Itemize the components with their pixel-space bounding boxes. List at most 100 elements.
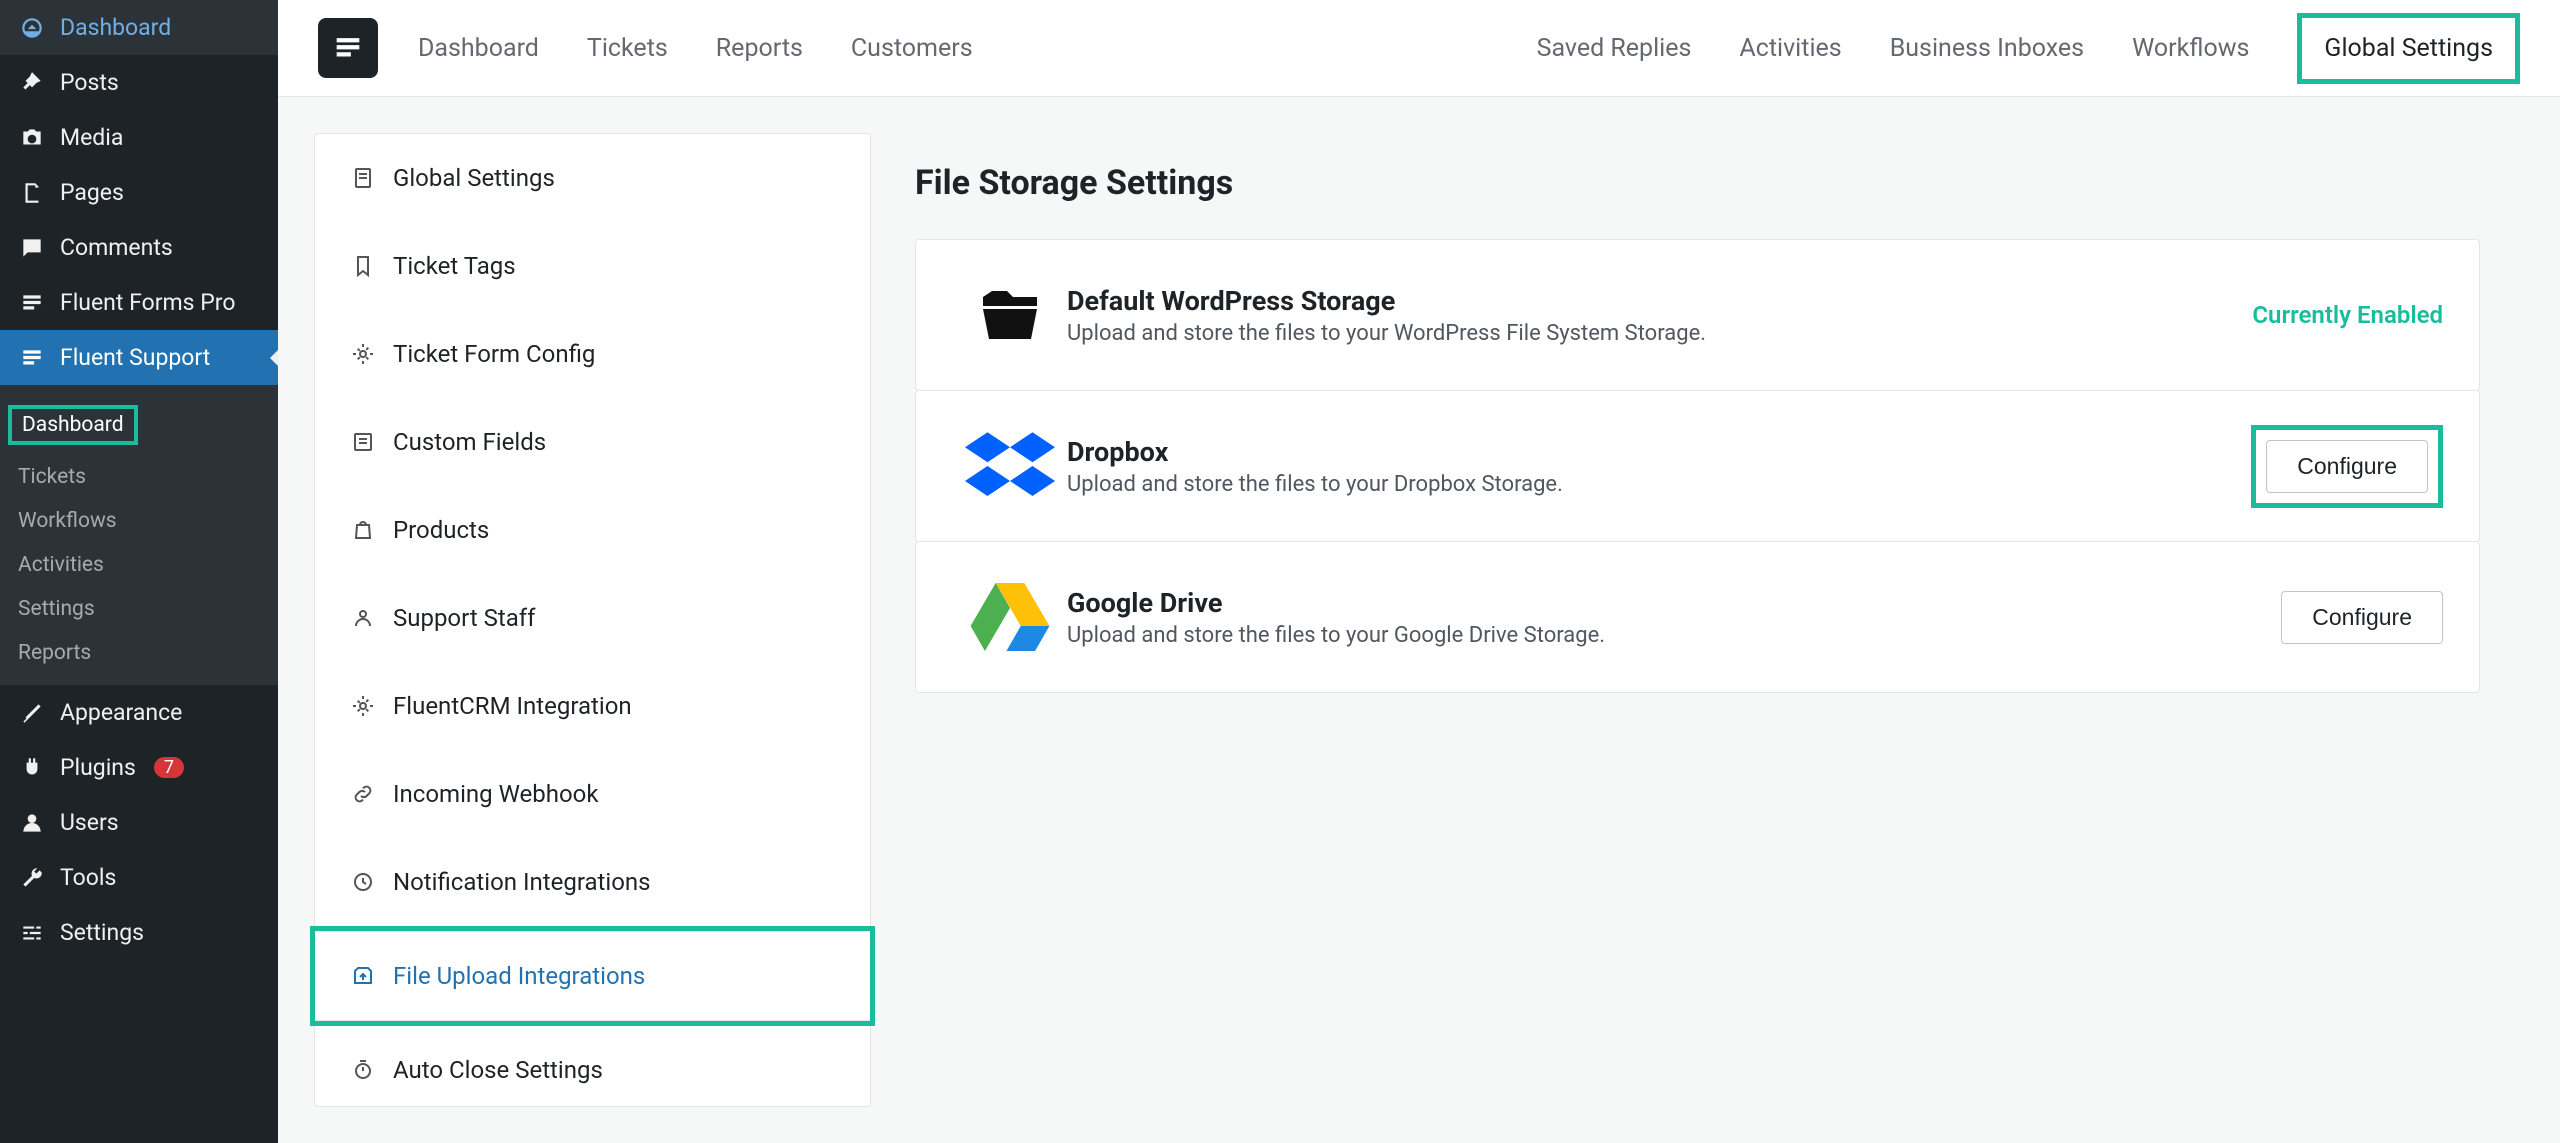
sidebar-label: Tools [60,864,116,891]
settings-item-products[interactable]: Products [315,486,870,574]
sidebar-item-appearance[interactable]: Appearance [0,685,278,740]
main-area: Dashboard Tickets Reports Customers Save… [278,0,2560,1143]
bookmark-icon [351,254,375,278]
sidebar-label: Fluent Support [60,344,210,371]
pin-icon [18,70,46,96]
sidebar-item-media[interactable]: Media [0,110,278,165]
submenu-label: Tickets [18,465,86,489]
submenu-activities[interactable]: Activities [0,543,278,587]
submenu-label: Dashboard [8,405,138,445]
storage-card-dropbox: Dropbox Upload and store the files to yo… [915,390,2480,542]
gear-icon [351,342,375,366]
settings-label: Incoming Webhook [393,780,599,808]
storage-desc: Upload and store the files to your Googl… [1067,623,2281,648]
nav-customers[interactable]: Customers [851,34,973,63]
submenu-workflows[interactable]: Workflows [0,499,278,543]
user-icon [18,810,46,836]
storage-info: Google Drive Upload and store the files … [1067,587,2281,648]
sidebar-label: Plugins [60,754,136,781]
plugins-badge: 7 [154,757,184,778]
settings-item-file-upload[interactable]: File Upload Integrations [315,931,870,1021]
plug-icon [18,755,46,781]
sidebar-label: Pages [60,179,124,206]
settings-label: Ticket Tags [393,252,516,280]
sidebar-item-plugins[interactable]: Plugins 7 [0,740,278,795]
settings-label: Notification Integrations [393,868,651,896]
storage-title: Default WordPress Storage [1067,285,2252,317]
submenu-dashboard[interactable]: Dashboard [0,395,278,455]
page-icon [18,180,46,206]
settings-label: FluentCRM Integration [393,692,632,720]
sidebar-label: Dashboard [60,14,171,41]
sliders-icon [18,920,46,946]
settings-item-notifications[interactable]: Notification Integrations [315,838,870,926]
storage-title: Dropbox [1067,436,2251,468]
person-icon [351,606,375,630]
nav-dashboard[interactable]: Dashboard [418,34,539,63]
nav-saved-replies[interactable]: Saved Replies [1537,34,1692,63]
google-drive-icon [952,572,1067,662]
settings-label: File Upload Integrations [393,962,645,990]
wp-admin-sidebar: Dashboard Posts Media Pages Comments Flu… [0,0,278,1143]
sidebar-label: Appearance [60,699,182,726]
folder-icon [952,270,1067,360]
nav-business-inboxes[interactable]: Business Inboxes [1890,34,2084,63]
page-title: File Storage Settings [915,163,2480,203]
sidebar-label: Posts [60,69,119,96]
settings-label: Ticket Form Config [393,340,595,368]
settings-item-global[interactable]: Global Settings [315,134,870,222]
settings-item-custom-fields[interactable]: Custom Fields [315,398,870,486]
nav-global-settings[interactable]: Global Settings [2297,13,2520,84]
configure-button[interactable]: Configure [2266,440,2428,493]
settings-item-webhook[interactable]: Incoming Webhook [315,750,870,838]
storage-info: Dropbox Upload and store the files to yo… [1067,436,2251,497]
document-icon [351,166,375,190]
submenu-label: Activities [18,553,104,577]
settings-item-auto-close[interactable]: Auto Close Settings [315,1026,870,1114]
sidebar-item-tools[interactable]: Tools [0,850,278,905]
submenu-tickets[interactable]: Tickets [0,455,278,499]
nav-workflows[interactable]: Workflows [2132,34,2249,63]
settings-sidebar: Global Settings Ticket Tags Ticket Form … [314,133,871,1107]
highlighted-configure: Configure [2251,425,2443,508]
dropbox-icon [952,421,1067,511]
sidebar-item-pages[interactable]: Pages [0,165,278,220]
sidebar-item-comments[interactable]: Comments [0,220,278,275]
nav-left: Dashboard Tickets Reports Customers [418,34,973,63]
settings-item-fluentcrm[interactable]: FluentCRM Integration [315,662,870,750]
sidebar-label: Settings [60,919,144,946]
storage-info: Default WordPress Storage Upload and sto… [1067,285,2252,346]
settings-item-ticket-form-config[interactable]: Ticket Form Config [315,310,870,398]
settings-item-support-staff[interactable]: Support Staff [315,574,870,662]
clock-icon [351,870,375,894]
list-icon [351,430,375,454]
sidebar-item-posts[interactable]: Posts [0,55,278,110]
settings-label: Auto Close Settings [393,1056,603,1084]
settings-label: Global Settings [393,164,555,192]
settings-label: Products [393,516,489,544]
nav-tickets[interactable]: Tickets [587,34,668,63]
sidebar-item-users[interactable]: Users [0,795,278,850]
settings-label: Custom Fields [393,428,546,456]
upload-icon [351,964,375,988]
support-icon [18,345,46,371]
settings-item-ticket-tags[interactable]: Ticket Tags [315,222,870,310]
gauge-icon [18,15,46,41]
nav-activities[interactable]: Activities [1739,34,1841,63]
nav-reports[interactable]: Reports [716,34,803,63]
settings-label: Support Staff [393,604,536,632]
wrench-icon [18,865,46,891]
content: Global Settings Ticket Tags Ticket Form … [278,97,2560,1143]
sidebar-item-dashboard[interactable]: Dashboard [0,0,278,55]
storage-desc: Upload and store the files to your WordP… [1067,321,2252,346]
sidebar-item-fluent-support[interactable]: Fluent Support [0,330,278,385]
configure-button[interactable]: Configure [2281,591,2443,644]
sidebar-label: Media [60,124,123,151]
app-logo [318,18,378,78]
submenu-settings[interactable]: Settings [0,587,278,631]
submenu-reports[interactable]: Reports [0,631,278,675]
bag-icon [351,518,375,542]
timer-icon [351,1058,375,1082]
sidebar-item-settings[interactable]: Settings [0,905,278,960]
sidebar-item-fluent-forms[interactable]: Fluent Forms Pro [0,275,278,330]
